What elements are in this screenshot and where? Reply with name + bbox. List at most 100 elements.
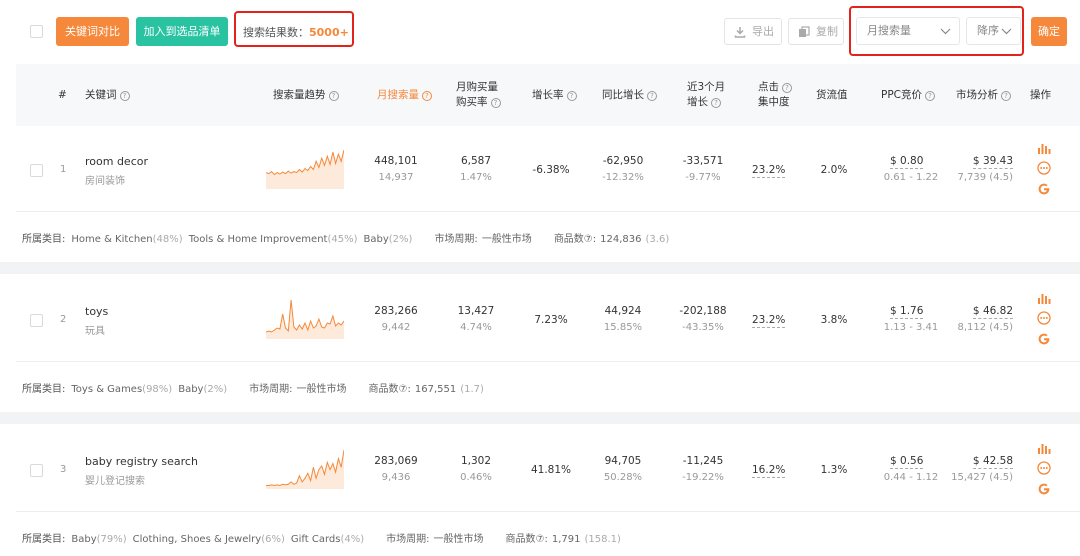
category-item[interactable]: Baby(2%) xyxy=(178,384,227,395)
download-icon xyxy=(734,27,746,38)
sort-field-select[interactable]: 月搜索量 xyxy=(856,17,960,45)
header-purchase-line2: 购买率 xyxy=(456,96,488,108)
header-growth[interactable]: 增长率? xyxy=(532,88,577,103)
select-all-checkbox[interactable] xyxy=(30,25,43,38)
row-checkbox[interactable] xyxy=(30,464,43,477)
supply-value: 2.0% xyxy=(820,164,848,176)
monthly-search-value-sub: 14,937 xyxy=(378,172,414,183)
bar-chart-icon[interactable] xyxy=(1037,289,1051,308)
category-item[interactable]: Toys & Games(98%) xyxy=(71,384,172,395)
monthly-purchase-value: 6,587 xyxy=(460,155,492,167)
more-icon[interactable] xyxy=(1037,460,1051,479)
bar-chart-icon[interactable] xyxy=(1037,139,1051,158)
header-yoy[interactable]: 同比增长? xyxy=(602,88,657,103)
search-trend-sparkline[interactable] xyxy=(266,147,344,189)
google-icon[interactable] xyxy=(1037,331,1051,350)
header-q3-line2: 增长 xyxy=(687,96,708,108)
header-monthly-search[interactable]: 月搜索量? xyxy=(377,88,432,103)
market-analysis-sub: 8,112 (4.5) xyxy=(957,322,1013,333)
confirm-button[interactable]: 确定 xyxy=(1031,17,1067,46)
category-item[interactable]: Baby(2%) xyxy=(364,234,413,245)
category-item[interactable]: Tools & Home Improvement(45%) xyxy=(189,234,358,245)
market-analysis-sub: 7,739 (4.5) xyxy=(957,172,1013,183)
header-click-line1: 点击 xyxy=(758,81,779,93)
help-icon: ? xyxy=(566,91,577,101)
row-actions xyxy=(1037,139,1053,199)
market-analysis-value[interactable]: $ 42.58 xyxy=(940,455,1013,469)
header-ppc[interactable]: PPC竞价? xyxy=(881,88,935,103)
more-icon[interactable] xyxy=(1037,160,1051,179)
bar-chart-icon[interactable] xyxy=(1037,439,1051,458)
export-button[interactable]: 导出 xyxy=(724,18,782,45)
google-icon[interactable] xyxy=(1037,181,1051,200)
ppc-range: 1.13 - 3.41 xyxy=(883,322,939,333)
category-item[interactable]: Clothing, Shoes & Jewelry(6%) xyxy=(133,534,285,545)
more-icon[interactable] xyxy=(1037,310,1051,329)
q3-growth-value-sub: -9.77% xyxy=(685,172,721,183)
market-analysis-value[interactable]: $ 46.82 xyxy=(940,305,1013,319)
product-count-value: 124,836 xyxy=(600,234,642,245)
yoy-value: 94,705 xyxy=(604,455,642,467)
supply-value: 3.8% xyxy=(820,314,848,326)
row-checkbox[interactable] xyxy=(30,314,43,327)
header-monthly-search-label: 月搜索量 xyxy=(377,89,419,101)
market-analysis-value[interactable]: $ 39.43 xyxy=(940,155,1013,169)
row-divider xyxy=(16,361,1080,362)
search-trend-sparkline[interactable] xyxy=(266,297,344,339)
yoy-value-sub: -12.32% xyxy=(602,172,644,183)
copy-icon xyxy=(799,26,810,37)
category-line: 所属类目: Home & Kitchen(48%) Tools & Home Imp… xyxy=(22,230,669,245)
header-trend[interactable]: 搜索量趋势? xyxy=(273,88,339,103)
monthly-purchase-value-sub: 0.46% xyxy=(460,472,492,483)
search-trend-sparkline[interactable] xyxy=(266,447,344,489)
sparkline-area xyxy=(266,450,344,489)
header-keyword[interactable]: 关键词? xyxy=(85,88,130,103)
click-concentration-value[interactable]: 23.2% xyxy=(752,314,786,328)
market-analysis-text: $ 42.58 xyxy=(972,455,1013,469)
product-count-label: 商品数⑦: xyxy=(553,234,597,245)
growth-value: 41.81% xyxy=(530,464,572,476)
market-cycle: 市场周期: 一般性市场 xyxy=(434,234,531,245)
category-label: 所属类目: xyxy=(22,384,66,395)
product-count-label: 商品数⑦: xyxy=(368,384,411,395)
header-market-label: 市场分析 xyxy=(956,89,998,101)
keyword-text[interactable]: toys xyxy=(85,305,108,318)
market-analysis-text: $ 39.43 xyxy=(972,155,1013,169)
header-keyword-label: 关键词 xyxy=(85,89,117,101)
product-count: 商品数⑦: 167,551 (1.7) xyxy=(369,384,484,395)
category-item[interactable]: Gift Cards(4%) xyxy=(291,534,364,545)
sort-order-select[interactable]: 降序 xyxy=(966,17,1021,45)
header-index: # xyxy=(58,89,67,101)
table-row[interactable]: 3 baby registry search 婴儿登记搜索 283,069 9,436 1… xyxy=(0,433,1080,511)
ppc-bid-value[interactable]: $ 0.56 xyxy=(890,455,924,469)
table-row[interactable]: 1 room decor 房间装饰 448,101 14,937 6,587 1.47% -6… xyxy=(0,133,1080,211)
add-to-list-button[interactable]: 加入到选品清单 xyxy=(136,17,228,46)
keyword-compare-button[interactable]: 关键词对比 xyxy=(56,17,129,46)
keyword-text[interactable]: room decor xyxy=(85,155,148,168)
category-pct: (2%) xyxy=(203,384,228,395)
toolbar: 关键词对比 加入到选品清单 搜索结果数：5000+ 导出 复制 月搜索量 降序 … xyxy=(0,0,1080,64)
ppc-bid-text: $ 0.80 xyxy=(890,155,924,169)
ppc-bid-value[interactable]: $ 1.76 xyxy=(890,305,924,319)
header-purchase[interactable]: 月购买量 购买率? xyxy=(456,80,501,110)
category-name: Baby xyxy=(363,234,389,245)
category-item[interactable]: Baby(79%) xyxy=(71,534,126,545)
category-name: Toys & Games xyxy=(71,384,143,395)
header-q3[interactable]: 近3个月 增长? xyxy=(687,80,725,110)
row-index: 3 xyxy=(60,464,67,475)
ppc-bid-value[interactable]: $ 0.80 xyxy=(890,155,924,169)
category-item[interactable]: Home & Kitchen(48%) xyxy=(71,234,182,245)
market-cycle-label: 市场周期: xyxy=(249,384,293,395)
market-analysis-text: $ 46.82 xyxy=(972,305,1013,319)
header-click[interactable]: 点击? 集中度 xyxy=(758,80,792,110)
table-row[interactable]: 2 toys 玩具 283,266 9,442 13,427 4.74% 7.23% 44,92… xyxy=(0,283,1080,361)
chevron-down-icon xyxy=(940,28,951,35)
row-checkbox[interactable] xyxy=(30,164,43,177)
copy-button[interactable]: 复制 xyxy=(788,18,844,45)
click-concentration-value[interactable]: 23.2% xyxy=(752,164,786,178)
google-icon[interactable] xyxy=(1037,481,1051,500)
header-market[interactable]: 市场分析? xyxy=(956,88,1011,103)
keyword-text[interactable]: baby registry search xyxy=(85,455,198,468)
help-icon: ? xyxy=(647,91,657,101)
click-concentration-value[interactable]: 16.2% xyxy=(752,464,786,478)
